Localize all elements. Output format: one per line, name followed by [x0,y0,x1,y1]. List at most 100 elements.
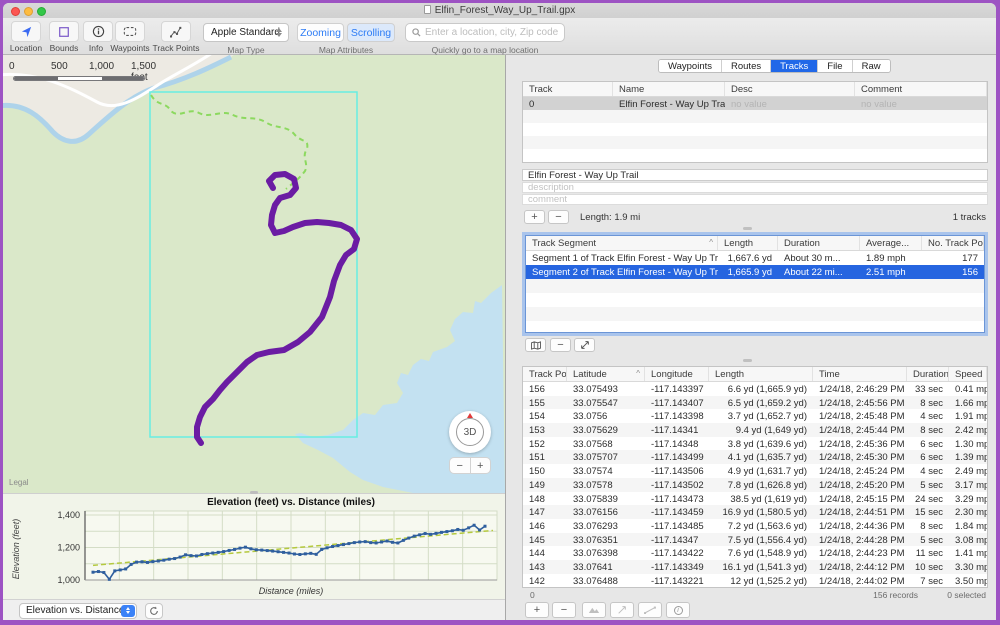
column-header[interactable]: Duration [778,236,860,250]
data-point-marker [473,524,476,527]
split-tool-button[interactable] [610,602,634,618]
table-cell: 1/24/18, 2:44:02 PM [813,574,907,588]
table-cell: 38.5 yd (1,619 yd) [709,492,813,506]
toolbar-item-waypoints[interactable]: Waypoints [109,21,151,53]
remove-point-button[interactable]: − [552,602,576,618]
track-description-field[interactable]: description [522,182,988,193]
table-cell: -117.143506 [645,464,709,478]
column-header[interactable]: Comment [855,82,987,96]
toolbar-item-bounds[interactable]: Bounds [47,21,81,53]
table-cell [922,307,984,321]
track-comment-field[interactable]: comment [522,194,988,205]
table-cell: 6.5 yd (1,659.2 yd) [709,396,813,410]
tab-file[interactable]: File [818,60,852,72]
table-cell: 1/24/18, 2:45:36 PM [813,437,907,451]
table-row[interactable]: Segment 1 of Track Elfin Forest - Way Up… [526,251,984,265]
table-cell: 155 [523,396,567,410]
remove-segment-button[interactable]: − [550,338,571,352]
table-row[interactable]: 14833.075839-117.14347338.5 yd (1,619 yd… [523,492,987,506]
table-cell: -117.14341 [645,423,709,437]
table-cell [855,136,987,149]
toolbar-item-label: Track Points [151,43,201,53]
merge-segments-button[interactable] [574,338,595,352]
table-cell [725,110,855,123]
splitter-handle[interactable] [743,227,752,230]
column-header[interactable]: Average... [860,236,922,250]
table-row[interactable]: 15333.075629-117.143419.4 yd (1,649 yd)1… [523,423,987,437]
refresh-icon [149,606,159,616]
splitter-handle[interactable] [743,359,752,362]
chart-type-dropdown[interactable]: Elevation vs. Distance [19,603,137,619]
chart-refresh-button[interactable] [145,603,163,619]
table-row[interactable]: 15133.075707-117.1434994.1 yd (1,635.7 y… [523,450,987,464]
table-row[interactable]: 15633.075493-117.1433976.6 yd (1,665.9 y… [523,382,987,396]
smooth-tool-button[interactable] [638,602,662,618]
map-zoom-in-button[interactable]: + [470,457,492,474]
compass-3d-control[interactable]: 3D [449,411,491,453]
map-zoom-out-button[interactable]: − [449,457,470,474]
tab-waypoints[interactable]: Waypoints [659,60,722,72]
toolbar-item-track-points[interactable]: Track Points [151,21,201,53]
table-row[interactable]: 14333.07641-117.14334916.1 yd (1,541.3 y… [523,560,987,574]
table-cell: 4 sec [907,464,949,478]
scrolling-button[interactable]: Scrolling [347,23,395,42]
table-row[interactable]: 15233.07568-117.143483.8 yd (1,639.6 yd)… [523,437,987,451]
data-point-marker [266,549,269,552]
tab-tracks[interactable]: Tracks [771,60,818,72]
map-type-dropdown[interactable]: Apple Standard [203,23,289,42]
column-header[interactable]: Name [613,82,725,96]
table-cell: 33.076351 [567,533,645,547]
table-cell: 7.8 yd (1,626.8 yd) [709,478,813,492]
table-cell: 1,665.9 yd [718,265,778,279]
table-row[interactable]: 0Elfin Forest - Way Up Trailno valueno v… [523,97,987,110]
table-cell: 33.07641 [567,560,645,574]
table-row[interactable]: 15033.07574-117.1435064.9 yd (1,631.7 yd… [523,464,987,478]
tab-routes[interactable]: Routes [722,60,771,72]
table-row[interactable]: 14933.07578-117.1435027.8 yd (1,626.8 yd… [523,478,987,492]
column-header[interactable]: Track Point [523,367,567,381]
search-input[interactable]: Enter a location, city, Zip code [405,23,565,42]
column-header[interactable]: Desc [725,82,855,96]
table-cell: 6 sec [907,437,949,451]
table-cell: -117.143397 [645,382,709,396]
column-header[interactable]: Track Segment^ [526,236,718,250]
point-info-button[interactable]: i [666,602,690,618]
column-header[interactable]: Time [813,367,907,381]
splitter-handle[interactable] [250,491,258,494]
table-cell: 4.1 yd (1,635.7 yd) [709,450,813,464]
add-track-button[interactable]: + [524,210,545,224]
table-row[interactable]: 15533.075547-117.1434076.5 yd (1,659.2 y… [523,396,987,410]
toolbar-item-info[interactable]: Info [83,21,109,53]
column-header[interactable]: Length [709,367,813,381]
table-row[interactable]: 14233.076488-117.14322112 yd (1,525.2 yd… [523,574,987,588]
add-point-button[interactable]: + [525,602,549,618]
legal-link[interactable]: Legal [9,478,29,487]
table-row[interactable]: Segment 2 of Track Elfin Forest - Way Up… [526,265,984,279]
elevation-tool-button[interactable] [582,602,606,618]
column-header[interactable]: Duration [907,367,949,381]
column-header[interactable]: Longitude [645,367,709,381]
show-on-map-button[interactable] [525,338,546,352]
table-row[interactable]: 14633.076293-117.1434857.2 yd (1,563.6 y… [523,519,987,533]
table-cell [725,136,855,149]
table-row[interactable]: 14733.076156-117.14345916.9 yd (1,580.5 … [523,505,987,519]
column-header[interactable]: Latitude^ [567,367,645,381]
track-segment-table: Track Segment^LengthDurationAverage...No… [525,235,985,333]
column-header[interactable]: No. Track Points [922,236,984,250]
toolbar-item-location[interactable]: Location [7,21,45,53]
table-cell: 33.07574 [567,464,645,478]
table-row[interactable]: 14533.076351-117.143477.5 yd (1,556.4 yd… [523,533,987,547]
zooming-button[interactable]: Zooming [297,23,344,42]
table-row[interactable]: 15433.0756-117.1433983.7 yd (1,652.7 yd)… [523,409,987,423]
remove-track-button[interactable]: − [548,210,569,224]
table-cell: 10 sec [907,560,949,574]
table-cell [778,279,860,293]
map-view[interactable]: 05001,0001,500 feet 3D − + Legal [3,55,505,493]
column-header[interactable]: Length [718,236,778,250]
track-name-field[interactable]: Elfin Forest - Way Up Trail [522,169,988,181]
tab-raw[interactable]: Raw [853,60,890,72]
table-row[interactable]: 14433.076398-117.1434227.6 yd (1,548.9 y… [523,546,987,560]
column-header[interactable]: Speed [949,367,987,381]
map-type-value: Apple Standard [211,27,280,38]
column-header[interactable]: Track [523,82,613,96]
